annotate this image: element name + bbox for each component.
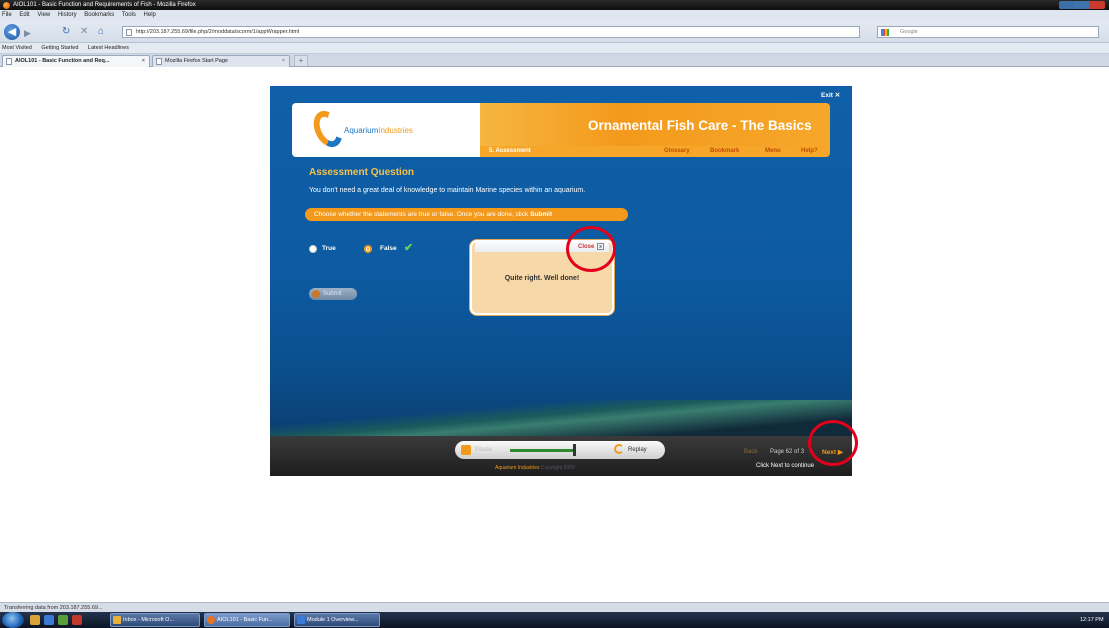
section-label: 5. Assessment [489,148,531,154]
search-engine-label: Google [900,29,918,35]
menu-file[interactable]: File [2,12,12,18]
bookmark-latest-headlines[interactable]: Latest Headlines [88,45,129,51]
option-label-false[interactable]: False [380,245,397,252]
window-title: AIOL101 - Basic Function and Requirement… [13,2,196,8]
tab-bar: AIOL101 - Basic Function and Req... × Mo… [0,54,1109,67]
stop-icon[interactable]: ✕ [80,26,88,38]
window-titlebar: AIOL101 - Basic Function and Requirement… [0,0,1109,10]
nav-help[interactable]: Help? [801,147,818,156]
taskbar-item-inbox[interactable]: Inbox - Microsoft O... [110,613,200,627]
checkmark-icon: ✔ [404,242,414,254]
outlook-icon [113,616,121,624]
page-counter: Page 62 of 3 [770,449,805,455]
app-icon[interactable] [72,615,82,625]
tab-firefox-start[interactable]: Mozilla Firefox Start Page × [152,55,290,67]
reload-icon[interactable]: ↻ [62,26,70,38]
feedback-message: Quite right. Well done! [504,275,580,282]
taskbar-item-firefox[interactable]: AIOL101 - Basic Fun... [204,613,290,627]
option-label-true[interactable]: True [322,245,336,252]
nav-menu[interactable]: Menu [765,147,781,156]
submit-icon [312,290,320,298]
reef-decoration [270,400,852,436]
highlight-circle-close [566,226,616,272]
menu-edit[interactable]: Edit [19,12,29,18]
tab-aiol101[interactable]: AIOL101 - Basic Function and Req... × [2,55,150,67]
close-icon[interactable]: × [142,56,145,67]
pause-button[interactable] [461,445,471,455]
search-input[interactable]: Google [877,26,1099,38]
clock: 12:17 PM [1080,617,1104,623]
google-icon [881,29,889,36]
nav-glossary[interactable]: Glossary [664,147,690,156]
menu-view[interactable]: View [37,12,50,18]
replay-icon[interactable] [614,444,624,454]
menu-bar: File Edit View History Bookmarks Tools H… [0,10,1109,21]
url-text: http://203.187.255.69/file.php/2/moddata… [136,29,300,35]
close-icon[interactable]: × [282,56,285,67]
tab-label: AIOL101 - Basic Function and Req... [15,58,110,64]
taskbar-item-module[interactable]: Module 1 Overview... [294,613,380,627]
start-button[interactable] [2,612,24,628]
window-controls[interactable] [1059,1,1105,9]
exit-button[interactable]: Exit ✕ [821,91,840,99]
brand-logo: AquariumIndustries [344,126,413,135]
firefox-icon [207,616,215,624]
back-button[interactable]: Back [744,449,757,455]
ie-icon[interactable] [44,615,54,625]
copyright-text: Aquarium Industries Copyright 2009 [495,465,575,471]
explorer-icon[interactable] [30,615,40,625]
back-button[interactable]: ◀ [4,24,20,40]
firefox-icon [3,2,10,9]
new-tab-button[interactable]: + [294,55,308,66]
bookmark-getting-started[interactable]: Getting Started [41,45,78,51]
taskbar: Inbox - Microsoft O... AIOL101 - Basic F… [0,612,1109,628]
radio-true[interactable] [309,245,317,253]
home-icon[interactable]: ⌂ [98,26,104,38]
instruction-banner: Choose whether the statements are true o… [305,208,628,221]
progress-handle[interactable] [573,444,576,456]
continue-hint: Click Next to continue [756,463,815,469]
menu-history[interactable]: History [58,12,77,18]
menu-bookmarks[interactable]: Bookmarks [84,12,114,18]
bookmark-most-visited[interactable]: Most Visited [2,45,32,51]
media-icon[interactable] [58,615,68,625]
question-text: You don't need a great deal of knowledge… [309,187,586,194]
submit-button[interactable]: Submit [309,288,357,300]
forward-icon[interactable]: ▶ [24,27,31,39]
highlight-circle-next [808,420,858,466]
tab-label: Mozilla Firefox Start Page [165,58,228,64]
status-bar: Transferring data from 203.187.255.69... [0,602,1109,612]
radio-false[interactable] [364,245,372,253]
page-icon [6,58,12,65]
pause-label[interactable]: Pause [475,447,492,453]
replay-button[interactable]: Replay [628,447,647,453]
firefox-icon [156,58,162,65]
window-icon [297,616,305,624]
bookmarks-toolbar: Most Visited Getting Started Latest Head… [0,43,1109,54]
navigation-toolbar: ◀ ▶ ↻ ✕ ⌂ http://203.187.255.69/file.php… [0,21,1109,43]
url-bar[interactable]: http://203.187.255.69/file.php/2/moddata… [122,26,860,38]
page-icon [126,29,132,36]
progress-fill [510,449,574,452]
nav-bookmark[interactable]: Bookmark [710,147,739,156]
menu-tools[interactable]: Tools [122,12,136,18]
course-title: Ornamental Fish Care - The Basics [588,118,812,133]
menu-help[interactable]: Help [144,12,156,18]
question-heading: Assessment Question [309,167,415,178]
